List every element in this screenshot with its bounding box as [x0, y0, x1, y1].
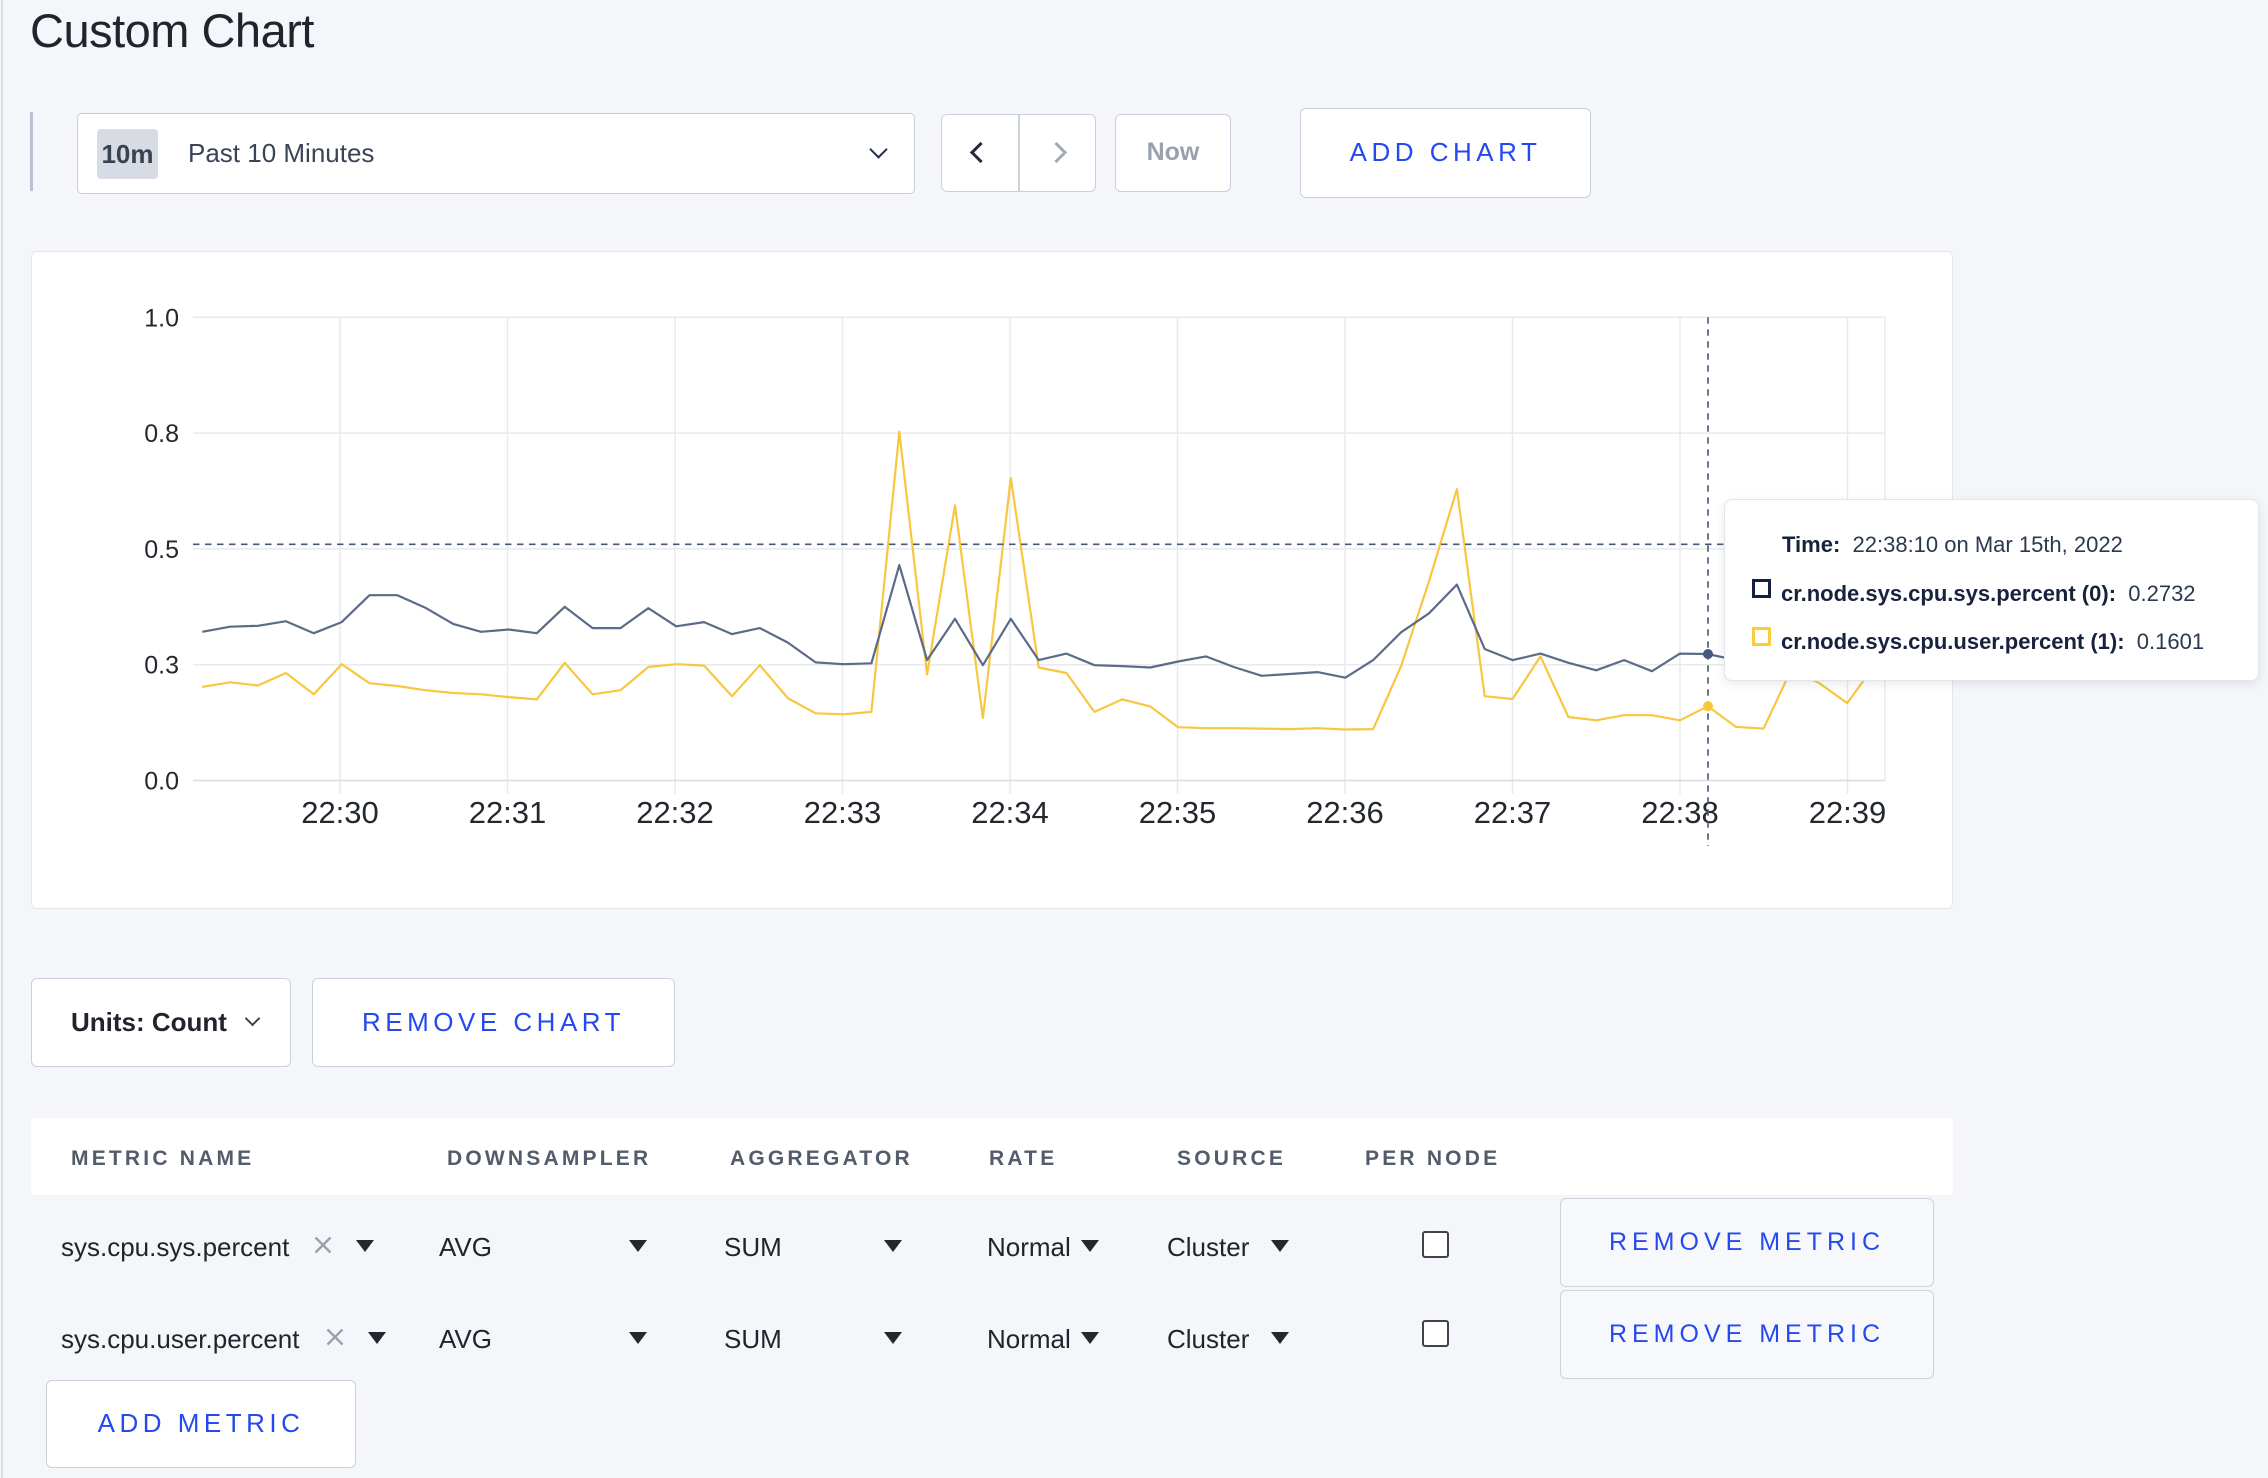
svg-text:0.5: 0.5 — [144, 536, 179, 564]
svg-text:22:35: 22:35 — [1139, 795, 1217, 830]
svg-text:22:36: 22:36 — [1306, 795, 1384, 830]
svg-text:0.0: 0.0 — [144, 768, 179, 796]
svg-text:22:32: 22:32 — [636, 795, 714, 830]
svg-text:22:31: 22:31 — [469, 795, 547, 830]
svg-text:22:38: 22:38 — [1641, 795, 1719, 830]
svg-text:22:37: 22:37 — [1474, 795, 1552, 830]
svg-text:22:33: 22:33 — [804, 795, 882, 830]
svg-text:22:39: 22:39 — [1809, 795, 1887, 830]
svg-text:22:34: 22:34 — [971, 795, 1049, 830]
svg-text:0.3: 0.3 — [144, 652, 179, 680]
svg-text:0.8: 0.8 — [144, 420, 179, 448]
svg-text:22:30: 22:30 — [301, 795, 379, 830]
svg-text:1.0: 1.0 — [144, 304, 179, 332]
